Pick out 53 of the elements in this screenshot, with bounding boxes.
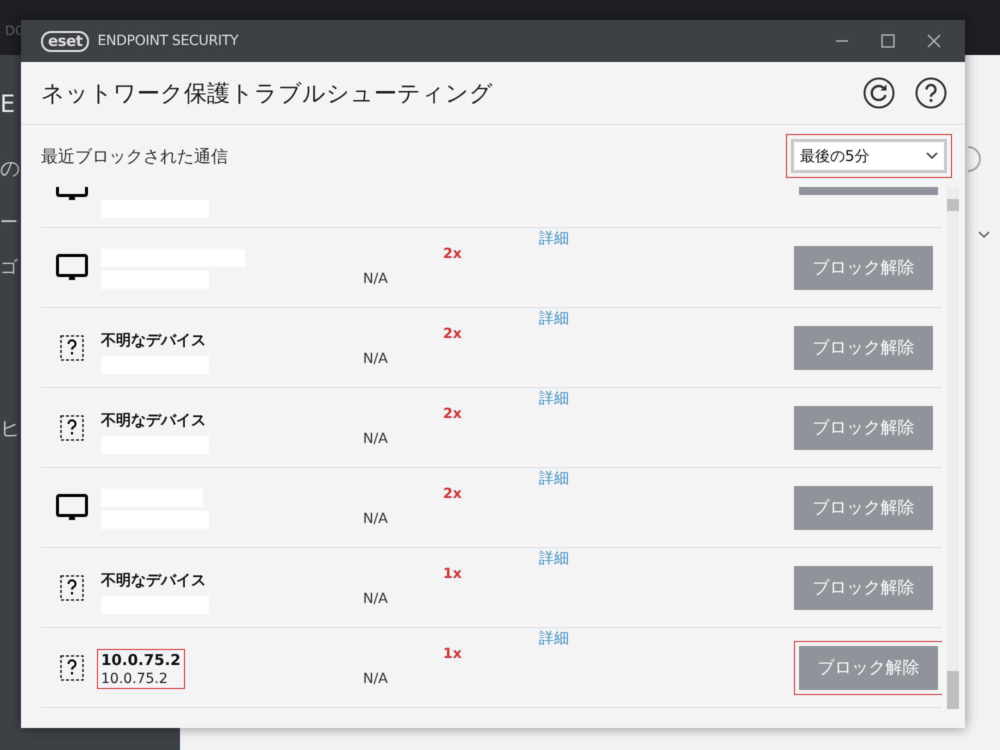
background-text: ヒ xyxy=(0,415,20,442)
window-title: ENDPOINT SECURITY xyxy=(97,33,240,49)
block-count: 1x xyxy=(443,645,463,662)
unblock-button[interactable]: ブロック解除 xyxy=(794,246,933,290)
status-text: N/A xyxy=(363,590,389,607)
unknown-device-icon xyxy=(60,414,84,440)
monitor-icon xyxy=(56,254,88,282)
scrollbar[interactable] xyxy=(947,187,959,709)
details-link[interactable]: 詳細 xyxy=(539,533,569,567)
brand-logo: eset xyxy=(41,30,90,52)
device-name: 不明なデバイス xyxy=(101,571,206,590)
scroll-thumb[interactable] xyxy=(947,671,959,709)
period-dropdown[interactable]: 最後の5分 xyxy=(791,139,947,173)
background-text: ゴ xyxy=(0,256,18,279)
unblock-button[interactable]: ブロック解除 xyxy=(794,406,933,450)
status-text: N/A xyxy=(363,430,389,447)
status-text: N/A xyxy=(363,510,389,527)
unknown-device-icon xyxy=(60,334,84,360)
unblock-button[interactable]: ブロック解除 xyxy=(794,326,933,370)
background-text: ー xyxy=(0,211,18,234)
block-count: 2x xyxy=(443,325,463,342)
refresh-icon[interactable] xyxy=(863,77,895,109)
unblock-button[interactable]: ブロック解除 xyxy=(799,646,938,690)
block-count: 2x xyxy=(443,245,463,262)
unblock-button[interactable]: ブロック解除 xyxy=(794,566,933,610)
unknown-device-icon xyxy=(60,654,84,680)
device-address: 10.0.75.2 xyxy=(101,671,168,687)
block-count: 2x xyxy=(443,405,463,422)
page-title: ネットワーク保護トラブルシューティング xyxy=(41,80,494,108)
monitor-icon xyxy=(56,494,88,522)
status-text: N/A xyxy=(363,270,389,287)
chevron-down-icon xyxy=(926,152,938,160)
device-name: 不明なデバイス xyxy=(101,411,206,430)
help-icon[interactable] xyxy=(915,77,947,109)
background-text: の xyxy=(0,155,20,182)
unblock-button[interactable]: ブロック解除 xyxy=(794,486,933,530)
chevron-icon xyxy=(978,231,990,239)
block-count: 2x xyxy=(443,485,463,502)
maximize-icon[interactable] xyxy=(881,34,895,48)
section-title: 最近ブロックされた通信 xyxy=(41,146,229,168)
device-name: 10.0.75.2 xyxy=(101,651,181,669)
device-name: 不明なデバイス xyxy=(101,331,206,350)
details-link[interactable]: 詳細 xyxy=(539,293,569,327)
details-link[interactable]: 詳細 xyxy=(539,213,569,247)
details-link[interactable]: 詳細 xyxy=(539,613,569,647)
unknown-device-icon xyxy=(60,574,84,600)
status-text: N/A xyxy=(363,670,389,687)
details-link[interactable]: 詳細 xyxy=(539,373,569,407)
details-link[interactable]: 詳細 xyxy=(539,453,569,487)
background-text: E xyxy=(0,90,16,118)
close-icon[interactable] xyxy=(927,34,941,48)
status-text: N/A xyxy=(363,350,389,367)
block-count: 1x xyxy=(443,565,463,582)
